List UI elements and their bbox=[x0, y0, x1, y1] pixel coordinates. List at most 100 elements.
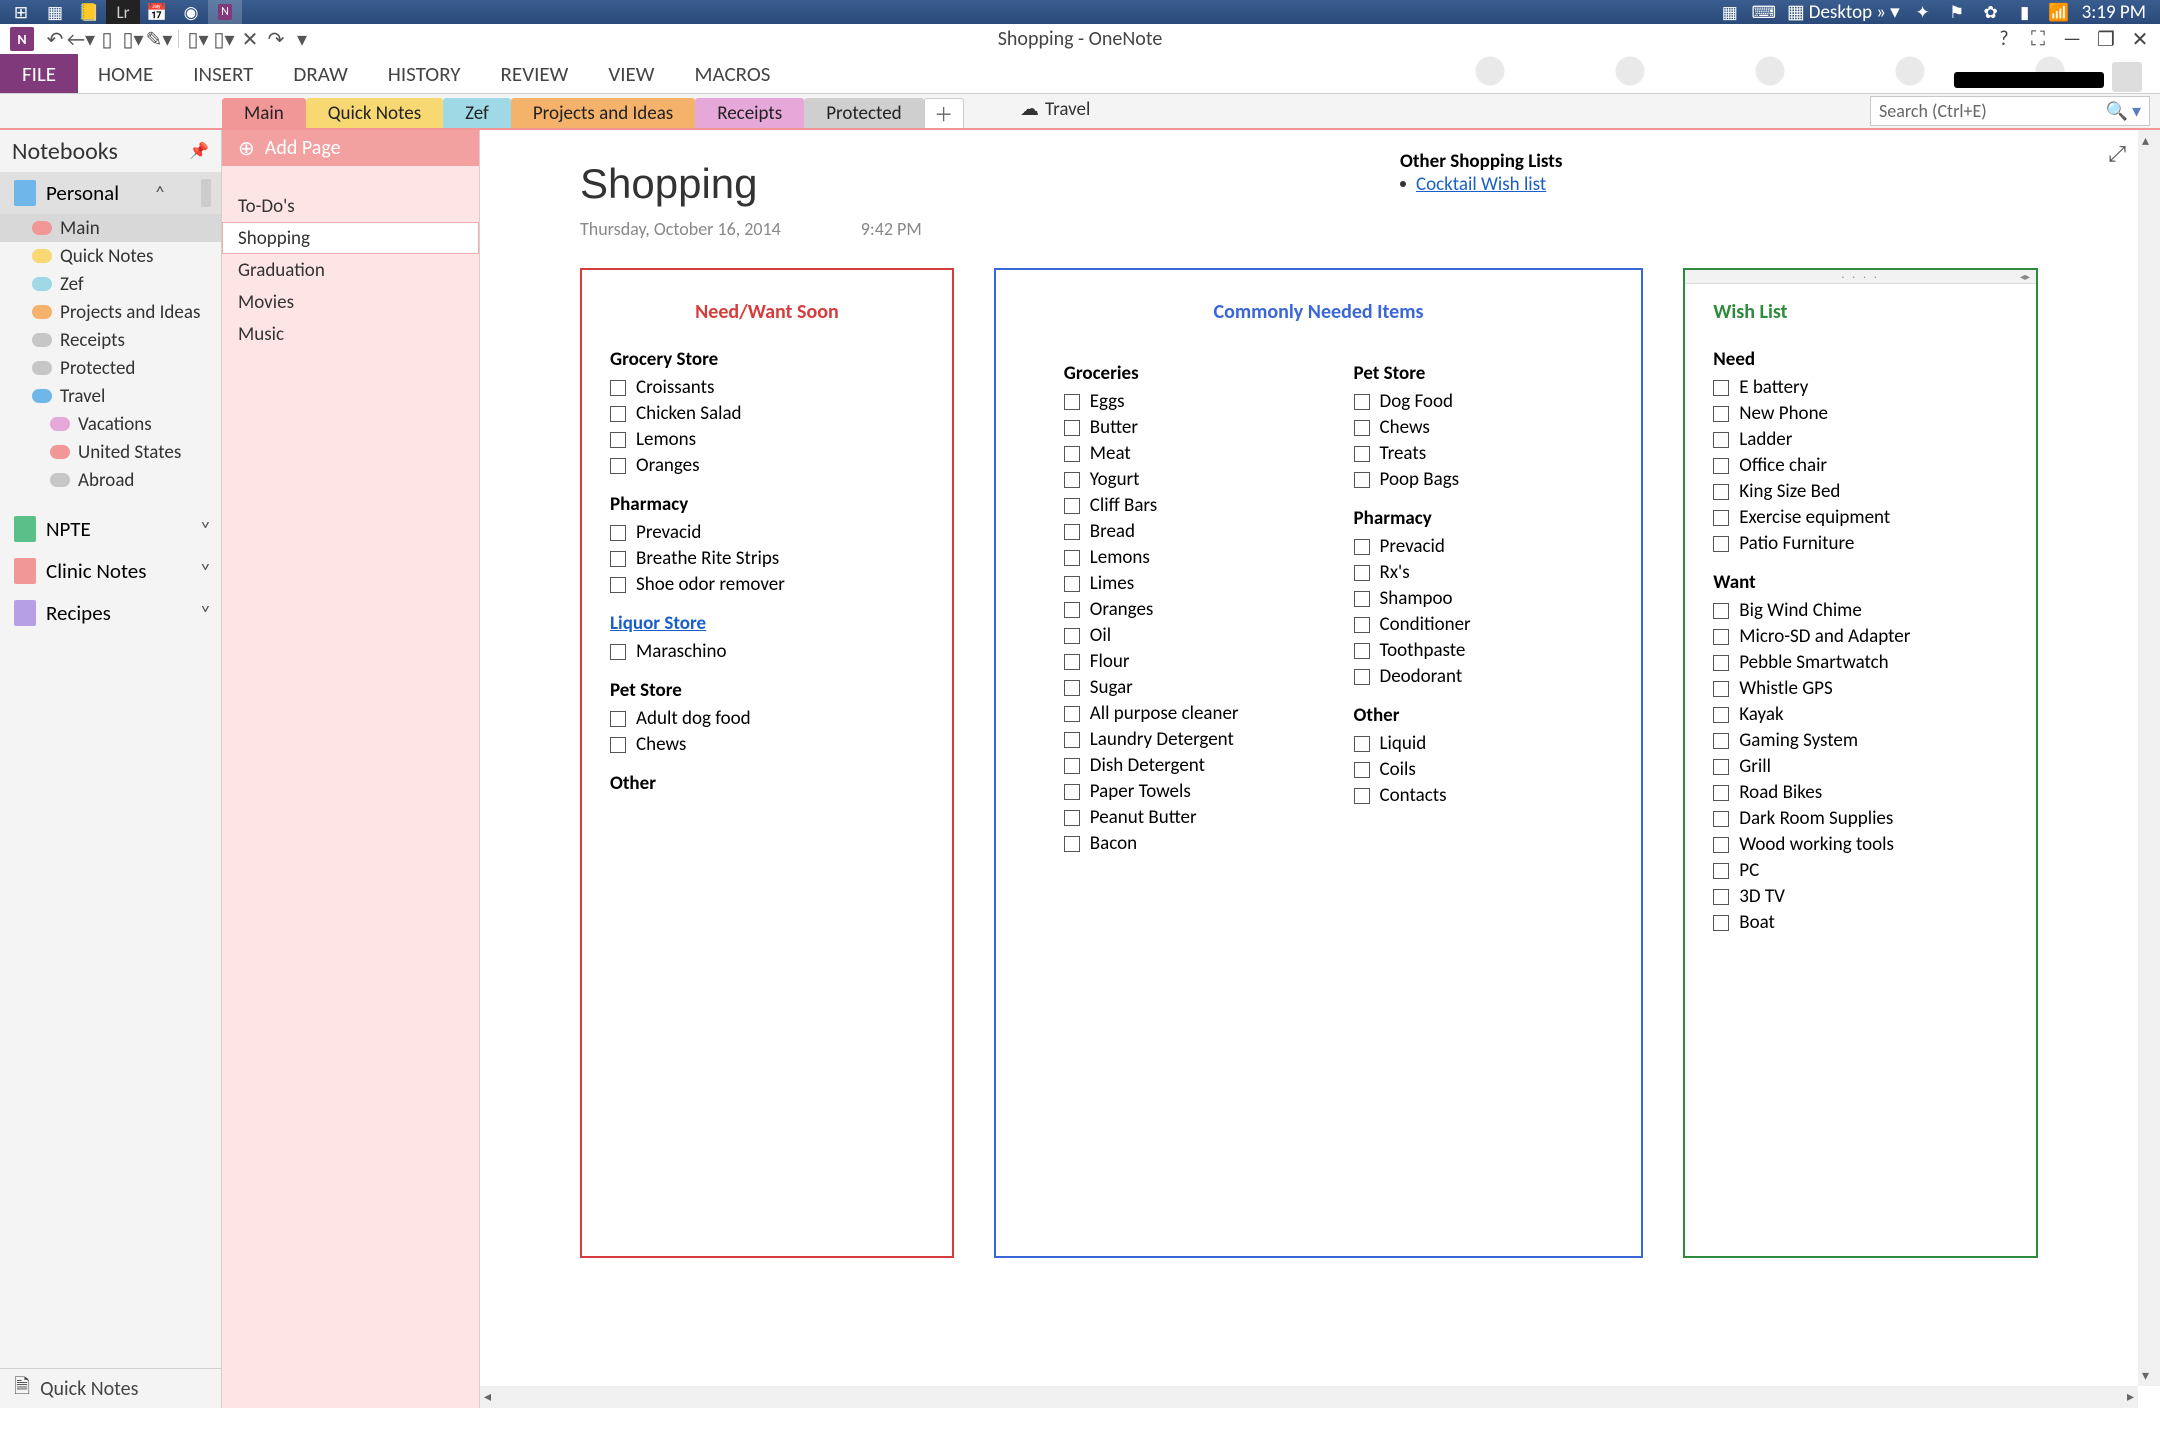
checkbox-icon[interactable] bbox=[1713, 603, 1729, 619]
page-item-music[interactable]: Music bbox=[222, 318, 479, 350]
ribbon-tab-file[interactable]: FILE bbox=[0, 54, 78, 93]
checkbox-icon[interactable] bbox=[1354, 472, 1370, 488]
checklist-item[interactable]: Pebble Smartwatch bbox=[1713, 650, 2008, 676]
fullscreen-button[interactable]: ⛶ bbox=[2028, 27, 2048, 51]
add-section-button[interactable]: ＋ bbox=[924, 98, 964, 128]
checklist-item[interactable]: Dish Detergent bbox=[1064, 753, 1284, 779]
checklist-item[interactable]: E battery bbox=[1713, 375, 2008, 401]
checkbox-icon[interactable] bbox=[1713, 655, 1729, 671]
checkbox-icon[interactable] bbox=[1064, 498, 1080, 514]
qat-redo-button[interactable]: ↷ bbox=[263, 26, 289, 52]
qat-button[interactable]: ▯ bbox=[94, 26, 120, 52]
tray-icon[interactable]: ✿ bbox=[1974, 0, 2008, 24]
tray-icon[interactable]: ▦ bbox=[1713, 0, 1747, 24]
checklist-item[interactable]: Grill bbox=[1713, 754, 2008, 780]
section-tab-main[interactable]: Main bbox=[222, 98, 306, 128]
checkbox-icon[interactable] bbox=[1713, 536, 1729, 552]
notebook-personal[interactable]: Personal˄ bbox=[0, 172, 221, 214]
checkbox-icon[interactable] bbox=[1713, 837, 1729, 853]
qat-button[interactable]: ▯▾ bbox=[211, 26, 237, 52]
checklist-item[interactable]: Kayak bbox=[1713, 702, 2008, 728]
help-button[interactable]: ? bbox=[1994, 27, 2014, 51]
container-drag-handle[interactable]: · · · · bbox=[1685, 270, 2036, 284]
taskbar-app-icon[interactable]: 📅 bbox=[140, 0, 174, 24]
checklist-item[interactable]: Dog Food bbox=[1354, 389, 1574, 415]
notebook-section-main[interactable]: Main bbox=[0, 214, 221, 242]
qat-customize-button[interactable]: ▾ bbox=[289, 26, 315, 52]
checkbox-icon[interactable] bbox=[1064, 732, 1080, 748]
checkbox-icon[interactable] bbox=[610, 432, 626, 448]
checkbox-icon[interactable] bbox=[1064, 784, 1080, 800]
checkbox-icon[interactable] bbox=[1064, 420, 1080, 436]
checklist-item[interactable]: Road Bikes bbox=[1713, 780, 2008, 806]
page-date[interactable]: Thursday, October 16, 2014 bbox=[580, 218, 781, 240]
checklist-item[interactable]: Prevacid bbox=[610, 520, 924, 546]
notebook-section-united-states[interactable]: United States bbox=[0, 438, 221, 466]
checklist-item[interactable]: 3D TV bbox=[1713, 884, 2008, 910]
checkbox-icon[interactable] bbox=[1064, 576, 1080, 592]
checkbox-icon[interactable] bbox=[1713, 759, 1729, 775]
checkbox-icon[interactable] bbox=[1713, 889, 1729, 905]
checkbox-icon[interactable] bbox=[1713, 733, 1729, 749]
checklist-item[interactable]: Maraschino bbox=[610, 639, 924, 665]
qat-back-button[interactable]: ←▾ bbox=[68, 26, 94, 52]
wish-list-box[interactable]: · · · · Wish List NeedE batteryNew Phone… bbox=[1683, 268, 2038, 1258]
checklist-item[interactable]: Oil bbox=[1064, 623, 1284, 649]
section-tab-projects-and-ideas[interactable]: Projects and Ideas bbox=[511, 98, 695, 128]
taskbar-onenote-icon[interactable]: N bbox=[208, 0, 242, 24]
qat-button[interactable]: ▯▾ bbox=[185, 26, 211, 52]
checklist-item[interactable]: Butter bbox=[1064, 415, 1284, 441]
ribbon-tab-macros[interactable]: MACROS bbox=[675, 54, 791, 93]
section-group-link-travel[interactable]: ☁ Travel bbox=[1020, 98, 1090, 121]
checklist-item[interactable]: Peanut Butter bbox=[1064, 805, 1284, 831]
commonly-needed-box[interactable]: Commonly Needed Items GroceriesEggsButte… bbox=[994, 268, 1643, 1258]
user-avatar[interactable] bbox=[2112, 62, 2142, 92]
checklist-item[interactable]: King Size Bed bbox=[1713, 479, 2008, 505]
ribbon-tab-insert[interactable]: INSERT bbox=[173, 54, 273, 93]
checkbox-icon[interactable] bbox=[1713, 432, 1729, 448]
checkbox-icon[interactable] bbox=[1354, 591, 1370, 607]
checkbox-icon[interactable] bbox=[1354, 788, 1370, 804]
checkbox-icon[interactable] bbox=[1064, 524, 1080, 540]
pin-icon[interactable]: 📌 bbox=[189, 141, 209, 161]
checklist-item[interactable]: Contacts bbox=[1354, 783, 1574, 809]
checklist-item[interactable]: Lemons bbox=[610, 427, 924, 453]
taskbar-app-icon[interactable]: Lr bbox=[106, 0, 140, 24]
taskbar-app-icon[interactable]: ▦ bbox=[38, 0, 72, 24]
scroll-indicator[interactable] bbox=[201, 179, 211, 207]
checkbox-icon[interactable] bbox=[1064, 628, 1080, 644]
checkbox-icon[interactable] bbox=[1064, 602, 1080, 618]
section-tab-quick-notes[interactable]: Quick Notes bbox=[306, 98, 443, 128]
checklist-item[interactable]: New Phone bbox=[1713, 401, 2008, 427]
checkbox-icon[interactable] bbox=[1064, 810, 1080, 826]
checklist-item[interactable]: Oranges bbox=[610, 453, 924, 479]
tray-icon[interactable]: ✦ bbox=[1906, 0, 1940, 24]
notebook-section-projects-and-ideas[interactable]: Projects and Ideas bbox=[0, 298, 221, 326]
horizontal-scrollbar[interactable] bbox=[480, 1386, 2138, 1408]
checkbox-icon[interactable] bbox=[1064, 706, 1080, 722]
category-heading[interactable]: Liquor Store bbox=[610, 612, 924, 635]
checklist-item[interactable]: Breathe Rite Strips bbox=[610, 546, 924, 572]
section-tab-zef[interactable]: Zef bbox=[443, 98, 511, 128]
checklist-item[interactable]: Rx's bbox=[1354, 560, 1574, 586]
checklist-item[interactable]: Chews bbox=[610, 732, 924, 758]
checkbox-icon[interactable] bbox=[1354, 565, 1370, 581]
qat-button[interactable]: ✎▾ bbox=[146, 26, 172, 52]
checklist-item[interactable]: PC bbox=[1713, 858, 2008, 884]
checkbox-icon[interactable] bbox=[1354, 643, 1370, 659]
quick-notes-footer[interactable]: 🗎 Quick Notes bbox=[0, 1368, 221, 1408]
checklist-item[interactable]: Yogurt bbox=[1064, 467, 1284, 493]
checklist-item[interactable]: Treats bbox=[1354, 441, 1574, 467]
desktop-toolbar[interactable]: ▦ Desktop » ▾ bbox=[1781, 1, 1906, 24]
notebook-recipes[interactable]: Recipes˅ bbox=[0, 592, 221, 634]
checkbox-icon[interactable] bbox=[1713, 707, 1729, 723]
ribbon-tab-home[interactable]: HOME bbox=[78, 54, 173, 93]
checkbox-icon[interactable] bbox=[1354, 446, 1370, 462]
notebook-clinic-notes[interactable]: Clinic Notes˅ bbox=[0, 550, 221, 592]
keyboard-icon[interactable]: ⌨ bbox=[1747, 0, 1781, 24]
checkbox-icon[interactable] bbox=[1064, 446, 1080, 462]
checkbox-icon[interactable] bbox=[1064, 758, 1080, 774]
qat-button[interactable]: ▯▾ bbox=[120, 26, 146, 52]
checklist-item[interactable]: Poop Bags bbox=[1354, 467, 1574, 493]
checkbox-icon[interactable] bbox=[610, 644, 626, 660]
